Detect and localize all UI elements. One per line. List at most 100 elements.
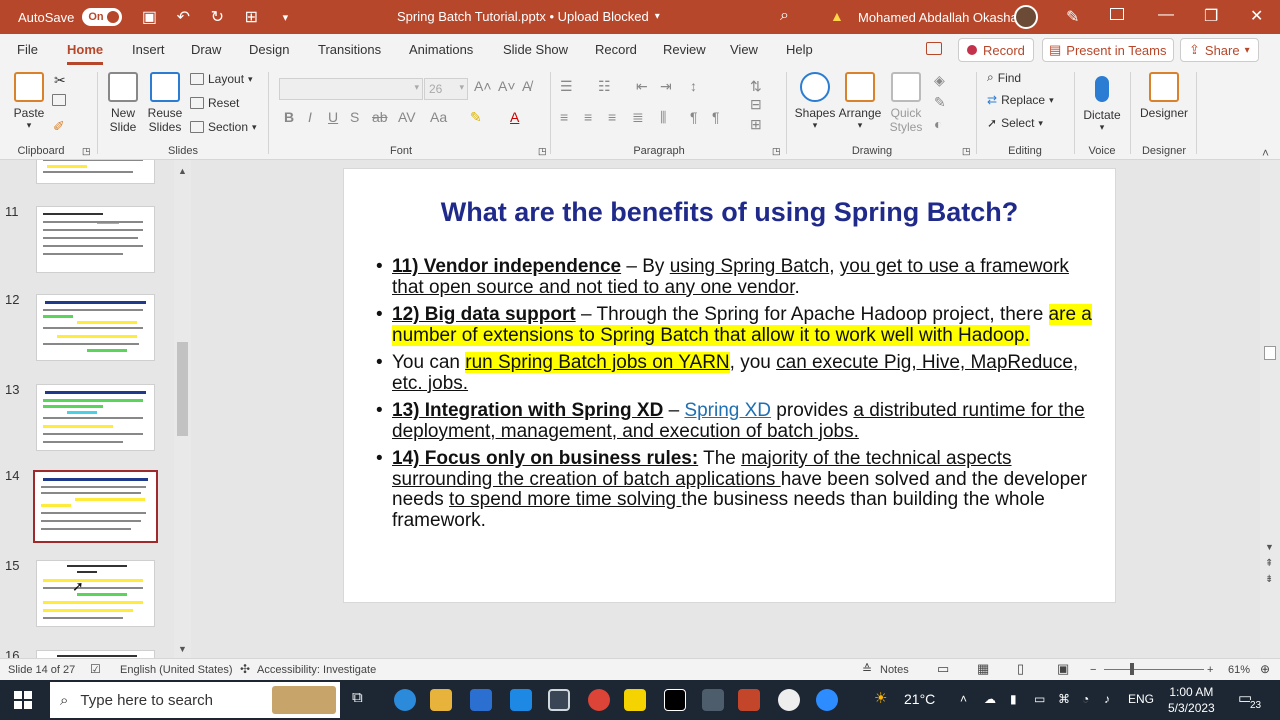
usb-icon[interactable]: ▮ (1010, 692, 1017, 706)
paragraph-launcher-icon[interactable]: ◳ (772, 146, 781, 157)
zoom-out-icon[interactable]: − (1090, 664, 1096, 676)
file-explorer-icon[interactable] (430, 689, 452, 711)
chrome-icon[interactable] (588, 689, 610, 711)
shape-fill-icon[interactable]: ◈ (934, 72, 945, 89)
slide-thumbnail-15[interactable] (36, 560, 155, 627)
ltr-icon[interactable]: ¶ (712, 109, 720, 125)
bold-icon[interactable]: B (284, 109, 294, 125)
shapes-button[interactable]: Shapes ▾ (794, 72, 836, 131)
weather-icon[interactable]: ☀ (874, 689, 887, 707)
reuse-slides-button[interactable]: Reuse Slides (146, 72, 184, 134)
font-launcher-icon[interactable]: ◳ (538, 146, 547, 157)
new-slide-button[interactable]: New Slide (104, 72, 142, 134)
tab-help[interactable]: Help (786, 42, 813, 57)
edge-icon[interactable] (394, 689, 416, 711)
shadow-icon[interactable]: S (350, 109, 359, 125)
highlight-icon[interactable]: ✎ (470, 109, 482, 126)
scroll-down-icon[interactable]: ▼ (178, 644, 187, 654)
task-view-icon[interactable]: ⧉ (352, 689, 363, 706)
minimize-icon[interactable]: — (1158, 6, 1174, 24)
slide-body[interactable]: 11) Vendor independence – By using Sprin… (376, 256, 1096, 538)
tab-animations[interactable]: Animations (409, 42, 473, 57)
slide-thumbnail-11[interactable] (36, 206, 155, 273)
pen-icon[interactable]: ✎ (1066, 7, 1079, 27)
notes-icon[interactable]: ≙ (862, 662, 872, 676)
slide[interactable]: What are the benefits of using Spring Ba… (343, 168, 1116, 603)
char-spacing-icon[interactable]: AV (398, 109, 416, 125)
slide-thumbnail-13[interactable] (36, 384, 155, 451)
volume-icon[interactable]: ♪ (1104, 692, 1110, 706)
tab-review[interactable]: Review (663, 42, 706, 57)
justify-icon[interactable]: ≣ (632, 109, 644, 126)
collapse-ribbon-icon[interactable]: ˄ (1262, 146, 1269, 160)
accessibility-icon[interactable]: ✣ (240, 662, 250, 676)
undo-icon[interactable]: ↶ (174, 7, 192, 27)
bullets-icon[interactable]: ☰ (560, 78, 573, 95)
align-text-icon[interactable]: ⊟ (750, 96, 762, 113)
previous-slide-icon[interactable]: ⇞ (1265, 558, 1273, 569)
intellij-icon[interactable] (664, 689, 686, 711)
mail-icon[interactable] (510, 689, 532, 711)
autosave-toggle[interactable]: On (82, 8, 123, 26)
spell-check-icon[interactable]: ☑ (90, 662, 101, 676)
network-icon[interactable]: ⌘ (1058, 692, 1070, 706)
redo-icon[interactable]: ↻ (208, 7, 226, 27)
scrollbar-thumb[interactable] (177, 342, 188, 436)
shape-effects-icon[interactable]: ◐ (934, 116, 942, 132)
text-direction-icon[interactable]: ⇅ (750, 78, 762, 95)
numbering-icon[interactable]: ☷ (598, 78, 611, 95)
slide-thumbnail-16[interactable] (36, 650, 155, 658)
slide-sorter-icon[interactable]: ▦ (977, 661, 989, 677)
slide-thumbnail[interactable] (36, 160, 155, 184)
font-size-box[interactable]: 26 ▾ (424, 78, 468, 100)
align-center-icon[interactable]: ≡ (584, 109, 592, 125)
zoom-slider-thumb[interactable] (1130, 663, 1134, 675)
normal-view-icon[interactable]: ▭ (937, 661, 949, 677)
scroll-down-icon[interactable]: ▼ (1265, 542, 1274, 552)
reading-view-icon[interactable]: ▯ (1017, 661, 1024, 677)
ribbon-display-icon[interactable] (1110, 8, 1124, 20)
restore-icon[interactable]: ❐ (1204, 6, 1218, 26)
quick-styles-button[interactable]: Quick Styles (884, 72, 928, 134)
zoom-slider[interactable] (1104, 669, 1204, 670)
font-name-box[interactable]: ▾ (279, 78, 423, 100)
tab-record[interactable]: Record (595, 42, 637, 57)
customize-qat-icon[interactable]: ▾ (276, 11, 294, 24)
shape-outline-icon[interactable]: ✎ (934, 94, 946, 111)
scrollbar-thumb[interactable] (1264, 346, 1276, 360)
onedrive-icon[interactable]: ☁ (984, 692, 996, 706)
format-painter-icon[interactable]: ✐ (53, 118, 65, 135)
share-button[interactable]: ⇪ Share ▾ (1180, 38, 1259, 62)
tab-slide-show[interactable]: Slide Show (503, 42, 568, 57)
clipboard-launcher-icon[interactable]: ◳ (82, 146, 91, 157)
arrange-button[interactable]: Arrange ▾ (838, 72, 882, 131)
save-icon[interactable]: ▣ (140, 7, 158, 27)
avatar[interactable] (1014, 5, 1038, 29)
italic-icon[interactable]: I (308, 109, 312, 125)
shrink-font-icon[interactable]: A˅ (498, 78, 516, 94)
notes-button[interactable]: Notes (880, 664, 909, 676)
warning-icon[interactable]: ▲ (830, 8, 844, 24)
slide-count[interactable]: Slide 14 of 27 (8, 664, 75, 676)
align-left-icon[interactable]: ≡ (560, 109, 568, 125)
tab-file[interactable]: File (17, 42, 38, 57)
zoom-level[interactable]: 61% (1228, 664, 1250, 676)
tab-home[interactable]: Home (67, 42, 104, 65)
align-right-icon[interactable]: ≡ (608, 109, 616, 125)
change-case-icon[interactable]: Aa (430, 109, 447, 125)
tab-insert[interactable]: Insert (132, 42, 165, 57)
chevron-up-icon[interactable]: ˄ (960, 692, 967, 706)
replace-button[interactable]: ⇄ Replace ▾ (987, 93, 1054, 107)
find-button[interactable]: ⌕ Find (987, 70, 1021, 85)
next-slide-icon[interactable]: ⇟ (1265, 574, 1273, 585)
designer-button[interactable]: Designer (1138, 72, 1190, 120)
spring-xd-link[interactable]: Spring XD (684, 400, 771, 421)
tab-transitions[interactable]: Transitions (318, 42, 381, 57)
wifi-icon[interactable]: ◔ (1082, 692, 1089, 706)
smartart-icon[interactable]: ⊞ (750, 116, 762, 133)
layout-button[interactable]: Layout ▾ (190, 72, 253, 86)
slide-scrollbar[interactable]: ▼ ⇞ ⇟ (1260, 160, 1280, 658)
thumbnail-scrollbar[interactable]: ▲ ▼ (174, 160, 191, 658)
user-name[interactable]: Mohamed Abdallah Okasha (858, 10, 1018, 25)
drawing-launcher-icon[interactable]: ◳ (962, 146, 971, 157)
